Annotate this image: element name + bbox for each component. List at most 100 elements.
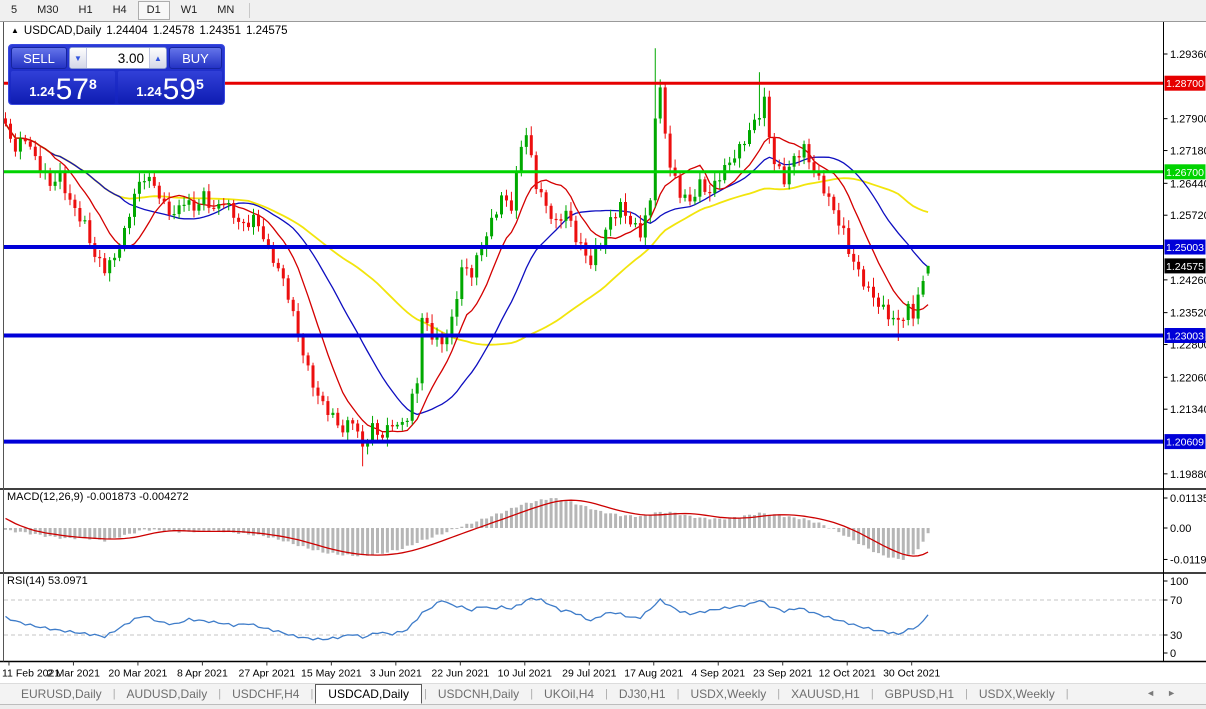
price-tick-label: 1.29360	[1170, 49, 1206, 61]
buy-button[interactable]: BUY	[169, 47, 222, 69]
date-tick-label: 22 Jun 2021	[431, 668, 489, 680]
timeframe-button-d1[interactable]: D1	[138, 1, 170, 20]
mt4-window: 5M30H1H4D1W1MN 1.293601.279001.271801.26…	[0, 0, 1206, 709]
current-price-badge-text: 1.24575	[1166, 261, 1204, 273]
level-price-badge-text: 1.25003	[1166, 242, 1204, 254]
tab-separator: |	[605, 688, 608, 700]
tab-usdcad-daily[interactable]: USDCAD,Daily	[315, 684, 422, 704]
timeframe-button-w1[interactable]: W1	[172, 1, 207, 20]
rsi-tick-label: 100	[1170, 576, 1188, 588]
rsi-tick-label: 70	[1170, 595, 1182, 607]
toolbar-separator	[249, 3, 250, 18]
collapse-triangle-icon[interactable]: ▲	[11, 26, 19, 35]
ohlc-low: 1.24351	[199, 25, 241, 37]
rsi-indicator-label: RSI(14) 53.0971	[7, 575, 88, 587]
tab-dj30-h1[interactable]: DJ30,H1	[610, 685, 675, 703]
tab-separator: |	[113, 688, 116, 700]
macd-tick-label: -0.01190	[1170, 554, 1206, 566]
buy-price-display[interactable]: 1.24595	[118, 71, 222, 104]
chart-background	[0, 22, 1206, 683]
tab-eurusd-daily[interactable]: EURUSD,Daily	[12, 685, 111, 703]
status-strip	[0, 704, 1206, 709]
tab-separator: |	[677, 688, 680, 700]
date-tick-label: 30 Oct 2021	[883, 668, 940, 680]
sell-price-prefix: 1.24	[29, 81, 54, 103]
tab-separator: |	[965, 688, 968, 700]
chart-tab-bar: EURUSD,Daily|AUDUSD,Daily|USDCHF,H4|USDC…	[0, 683, 1206, 704]
ohlc-close: 1.24575	[246, 25, 288, 37]
tab-separator: |	[310, 688, 313, 700]
tab-usdx-weekly[interactable]: USDX,Weekly	[681, 685, 775, 703]
timeframe-toolbar: 5M30H1H4D1W1MN	[0, 0, 1206, 21]
sell-price-big: 57	[56, 77, 89, 103]
price-tick-label: 1.25720	[1170, 210, 1206, 222]
tab-xauusd-h1[interactable]: XAUUSD,H1	[782, 685, 869, 703]
tab-usdchf-h4[interactable]: USDCHF,H4	[223, 685, 308, 703]
tab-separator: |	[871, 688, 874, 700]
date-tick-label: 17 Aug 2021	[624, 668, 683, 680]
date-tick-label: 29 Jul 2021	[562, 668, 616, 680]
tab-scroll-right-icon[interactable]: ►	[1167, 688, 1176, 698]
tab-separator: |	[530, 688, 533, 700]
volume-increase-button[interactable]: ▲	[149, 48, 166, 68]
tab-separator: |	[1066, 688, 1069, 700]
timeframe-button-m30[interactable]: M30	[28, 1, 67, 20]
volume-input[interactable]	[87, 48, 149, 68]
tab-usdcnh-daily[interactable]: USDCNH,Daily	[429, 685, 528, 703]
tab-scroll-left-icon[interactable]: ◄	[1146, 688, 1155, 698]
sell-price-display[interactable]: 1.24578	[11, 71, 115, 104]
price-tick-label: 1.21340	[1170, 404, 1206, 416]
date-tick-label: 27 Apr 2021	[239, 668, 296, 680]
tab-separator: |	[424, 688, 427, 700]
ohlc-open: 1.24404	[106, 25, 148, 37]
timeframe-button-h4[interactable]: H4	[104, 1, 136, 20]
tab-gbpusd-h1[interactable]: GBPUSD,H1	[876, 685, 963, 703]
rsi-tick-label: 0	[1170, 648, 1176, 660]
down-arrow-icon: ▼	[74, 54, 82, 63]
price-tick-label: 1.27900	[1170, 114, 1206, 126]
one-click-trading-panel: SELL ▼ ▲ BUY 1.24578 1.24595	[8, 44, 225, 105]
date-tick-label: 8 Apr 2021	[177, 668, 228, 680]
volume-stepper: ▼ ▲	[69, 47, 167, 69]
sell-button[interactable]: SELL	[11, 47, 67, 69]
price-tick-label: 1.23520	[1170, 308, 1206, 320]
date-tick-label: 10 Jul 2021	[498, 668, 552, 680]
rsi-tick-label: 30	[1170, 630, 1182, 642]
timeframe-button-h1[interactable]: H1	[70, 1, 102, 20]
price-tick-label: 1.26440	[1170, 178, 1206, 190]
timeframe-button-5[interactable]: 5	[2, 1, 26, 20]
level-price-badge-text: 1.20609	[1166, 437, 1204, 449]
ohlc-high: 1.24578	[153, 25, 195, 37]
date-tick-label: 20 Mar 2021	[108, 668, 167, 680]
macd-indicator-label: MACD(12,26,9) -0.001873 -0.004272	[7, 491, 189, 503]
level-price-badge-text: 1.23003	[1166, 331, 1204, 343]
date-tick-label: 4 Sep 2021	[691, 668, 745, 680]
buy-price-prefix: 1.24	[136, 81, 161, 103]
date-tick-label: 12 Oct 2021	[819, 668, 876, 680]
timeframe-button-mn[interactable]: MN	[208, 1, 243, 20]
sell-price-sup: 8	[89, 78, 97, 90]
price-tick-label: 1.22060	[1170, 372, 1206, 384]
price-tick-label: 1.27180	[1170, 146, 1206, 158]
buy-price-big: 59	[163, 77, 196, 103]
tab-ukoil-h4[interactable]: UKOil,H4	[535, 685, 603, 703]
date-tick-label: 23 Sep 2021	[753, 668, 813, 680]
chart-ohlc-header: ▲ USDCAD,Daily 1.24404 1.24578 1.24351 1…	[11, 25, 288, 37]
date-tick-label: 3 Jun 2021	[370, 668, 422, 680]
level-price-badge-text: 1.26700	[1166, 167, 1204, 179]
date-tick-label: 15 May 2021	[301, 668, 362, 680]
tab-separator: |	[777, 688, 780, 700]
level-price-badge-text: 1.28700	[1166, 78, 1204, 90]
price-chart-canvas[interactable]: 1.293601.279001.271801.264401.257201.242…	[0, 0, 1206, 709]
price-tick-label: 1.24260	[1170, 275, 1206, 287]
volume-decrease-button[interactable]: ▼	[70, 48, 87, 68]
macd-tick-label: 0.00	[1170, 523, 1191, 535]
price-tick-label: 1.19880	[1170, 469, 1206, 481]
date-tick-label: 2 Mar 2021	[47, 668, 100, 680]
tab-audusd-daily[interactable]: AUDUSD,Daily	[118, 685, 217, 703]
buy-price-sup: 5	[196, 78, 204, 90]
tab-usdx-weekly[interactable]: USDX,Weekly	[970, 685, 1064, 703]
up-arrow-icon: ▲	[154, 54, 162, 63]
chart-symbol-label: USDCAD,Daily	[24, 25, 101, 37]
macd-tick-label: 0.01135	[1170, 493, 1206, 505]
